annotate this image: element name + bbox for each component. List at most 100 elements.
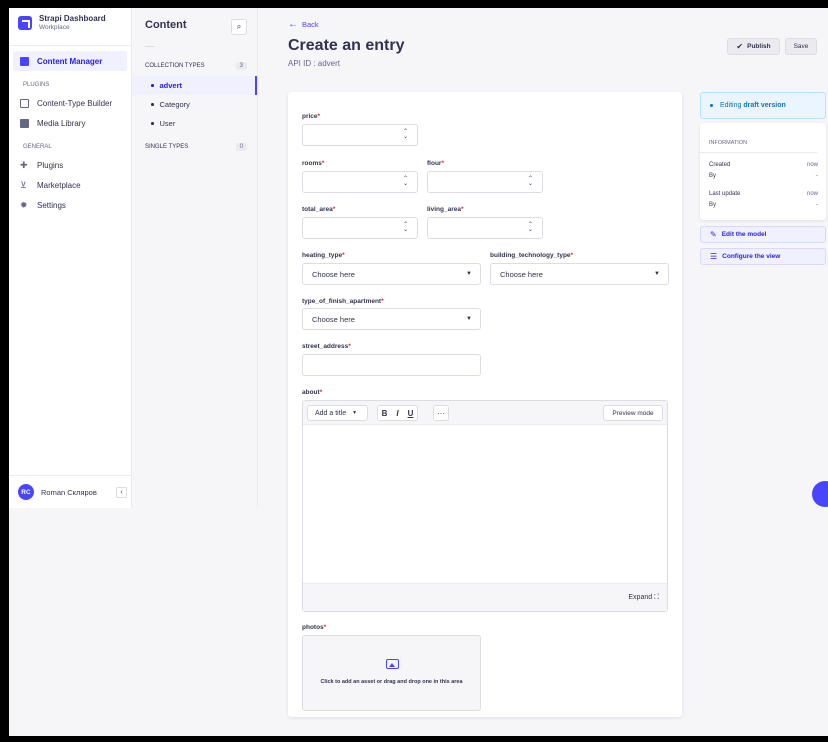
underline-button[interactable]: U bbox=[404, 406, 417, 420]
information-title: INFORMATION bbox=[700, 123, 817, 153]
brand-title: Strapi Dashboard bbox=[39, 14, 106, 23]
editor-toolbar: Add a title ▼ B I U ··· Preview mode bbox=[303, 401, 667, 425]
collection-types-section[interactable]: COLLECTION TYPES 3 bbox=[132, 56, 257, 76]
subnav-header: Content ⌕ bbox=[132, 8, 257, 46]
field-label-photos: photos* bbox=[302, 624, 327, 631]
caret-down-icon: ▼ bbox=[466, 316, 472, 322]
field-label-rooms: rooms* bbox=[302, 160, 325, 167]
main-content: ← Back Create an entry API ID : advert ✔… bbox=[258, 8, 828, 736]
brand-text: Strapi Dashboard Workplace bbox=[39, 14, 106, 32]
count-badge: 3 bbox=[235, 62, 247, 70]
field-label-price: price* bbox=[302, 113, 321, 120]
nav-media-library[interactable]: Media Library bbox=[13, 113, 127, 133]
nav-plugins[interactable]: ✚ Plugins bbox=[13, 155, 127, 175]
total-area-input[interactable]: ⌃ ⌄ bbox=[302, 217, 418, 239]
nav-content-type-builder[interactable]: Content-Type Builder bbox=[13, 93, 127, 113]
info-row-updated: Last update now bbox=[709, 191, 818, 197]
check-icon: ✔ bbox=[736, 42, 744, 51]
price-input[interactable]: ⌃ ⌄ bbox=[302, 124, 418, 146]
format-group: B I U bbox=[377, 405, 418, 421]
heating-type-select[interactable]: Choose here ▼ bbox=[302, 263, 481, 285]
about-editor[interactable]: Add a title ▼ B I U ··· Preview mode Exp… bbox=[302, 400, 668, 612]
field-label-building-technology-type: building_technology_type* bbox=[490, 252, 574, 259]
stepper-icon[interactable]: ⌃ ⌄ bbox=[403, 176, 408, 187]
field-label-living-area: living_area* bbox=[427, 206, 464, 213]
bullet-icon bbox=[151, 84, 154, 87]
subnav-item-user[interactable]: User bbox=[132, 114, 257, 133]
caret-down-icon: ▼ bbox=[654, 271, 660, 277]
draft-strong: draft version bbox=[743, 102, 786, 109]
expand-button[interactable]: Expand ⛶ bbox=[628, 594, 659, 602]
bullet-icon bbox=[151, 122, 154, 125]
pencil-icon: ✎ bbox=[710, 230, 717, 239]
collapse-nav-button[interactable]: ‹ bbox=[116, 486, 127, 498]
subnav-title: Content bbox=[145, 19, 187, 31]
info-row-created: Created now bbox=[709, 162, 818, 168]
building-technology-type-select[interactable]: Choose here ▼ bbox=[490, 263, 669, 285]
flour-input[interactable]: ⌃ ⌄ bbox=[427, 171, 543, 193]
nav-marketplace[interactable]: ⊻ Marketplace bbox=[13, 175, 127, 195]
type-of-finish-select[interactable]: Choose here ▼ bbox=[302, 308, 481, 330]
nav-label: Media Library bbox=[37, 118, 86, 128]
strapi-app: Strapi Dashboard Workplace Content Manag… bbox=[9, 8, 828, 736]
divider bbox=[145, 46, 155, 56]
subnav-item-advert[interactable]: advert bbox=[132, 76, 257, 95]
nav-content-manager[interactable]: Content Manager bbox=[13, 51, 127, 71]
nav-settings[interactable]: ✹ Settings bbox=[13, 195, 127, 215]
select-placeholder: Choose here bbox=[312, 315, 355, 324]
layout-icon bbox=[20, 98, 29, 108]
preview-mode-button[interactable]: Preview mode bbox=[603, 405, 663, 421]
rooms-input[interactable]: ⌃ ⌄ bbox=[302, 171, 418, 193]
section-label: COLLECTION TYPES bbox=[145, 63, 205, 69]
user-name[interactable]: Roman Скляров bbox=[41, 488, 116, 497]
status-dot-icon bbox=[710, 104, 713, 107]
pencil-icon bbox=[20, 56, 29, 66]
heading-select-label: Add a title bbox=[315, 409, 347, 417]
publish-label: Publish bbox=[747, 43, 771, 50]
editor-footer: Expand ⛶ bbox=[303, 583, 667, 611]
save-button[interactable]: Save bbox=[785, 38, 817, 55]
publish-button[interactable]: ✔ Publish bbox=[727, 38, 780, 55]
user-bar: RC Roman Скляров ‹ bbox=[9, 475, 131, 508]
brand[interactable]: Strapi Dashboard Workplace bbox=[9, 8, 131, 46]
subnav-item-label: advert bbox=[159, 81, 183, 90]
living-area-input[interactable]: ⌃ ⌄ bbox=[427, 217, 543, 239]
stepper-icon[interactable]: ⌃ ⌄ bbox=[403, 129, 408, 140]
bullet-icon bbox=[151, 103, 154, 106]
more-options-button[interactable]: ··· bbox=[433, 405, 449, 421]
info-row-created-by: By - bbox=[709, 173, 818, 179]
stepper-icon[interactable]: ⌃ ⌄ bbox=[528, 222, 533, 233]
edit-model-button[interactable]: ✎ Edit the model bbox=[700, 226, 826, 243]
arrow-left-icon: ← bbox=[288, 19, 298, 30]
search-icon[interactable]: ⌕ bbox=[231, 19, 247, 35]
image-add-icon bbox=[386, 659, 399, 669]
stepper-icon[interactable]: ⌃ ⌄ bbox=[403, 222, 408, 233]
info-row-updated-by: By - bbox=[709, 202, 818, 208]
cart-icon: ⊻ bbox=[20, 179, 27, 190]
puzzle-icon: ✚ bbox=[20, 159, 28, 170]
street-address-input[interactable] bbox=[302, 354, 481, 376]
bold-button[interactable]: B bbox=[378, 406, 391, 420]
photos-dropzone[interactable]: Click to add an asset or drag and drop o… bbox=[302, 635, 481, 711]
avatar[interactable]: RC bbox=[18, 484, 34, 500]
dropzone-text: Click to add an asset or drag and drop o… bbox=[320, 679, 463, 685]
configure-view-button[interactable]: ☰ Configure the view bbox=[700, 248, 826, 265]
nav-section-general: GENERAL bbox=[23, 144, 52, 150]
nav-label: Settings bbox=[37, 200, 66, 210]
stepper-icon[interactable]: ⌃ ⌄ bbox=[528, 176, 533, 187]
italic-button[interactable]: I bbox=[391, 406, 404, 420]
page-title: Create an entry bbox=[288, 37, 405, 54]
image-icon bbox=[20, 118, 29, 128]
select-placeholder: Choose here bbox=[312, 270, 355, 279]
field-label-total-area: total_area* bbox=[302, 206, 336, 213]
heading-select[interactable]: Add a title ▼ bbox=[307, 405, 368, 421]
expand-icon: ⛶ bbox=[654, 594, 659, 601]
single-types-section[interactable]: SINGLE TYPES 0 bbox=[132, 137, 257, 157]
back-label: Back bbox=[302, 20, 319, 29]
nav-label: Marketplace bbox=[37, 180, 81, 190]
caret-down-icon: ▼ bbox=[466, 271, 472, 277]
configure-view-label: Configure the view bbox=[722, 253, 781, 260]
subnav-item-category[interactable]: Category bbox=[132, 95, 257, 114]
field-label-street-address: street_address* bbox=[302, 343, 351, 350]
back-link[interactable]: ← Back bbox=[288, 19, 319, 30]
